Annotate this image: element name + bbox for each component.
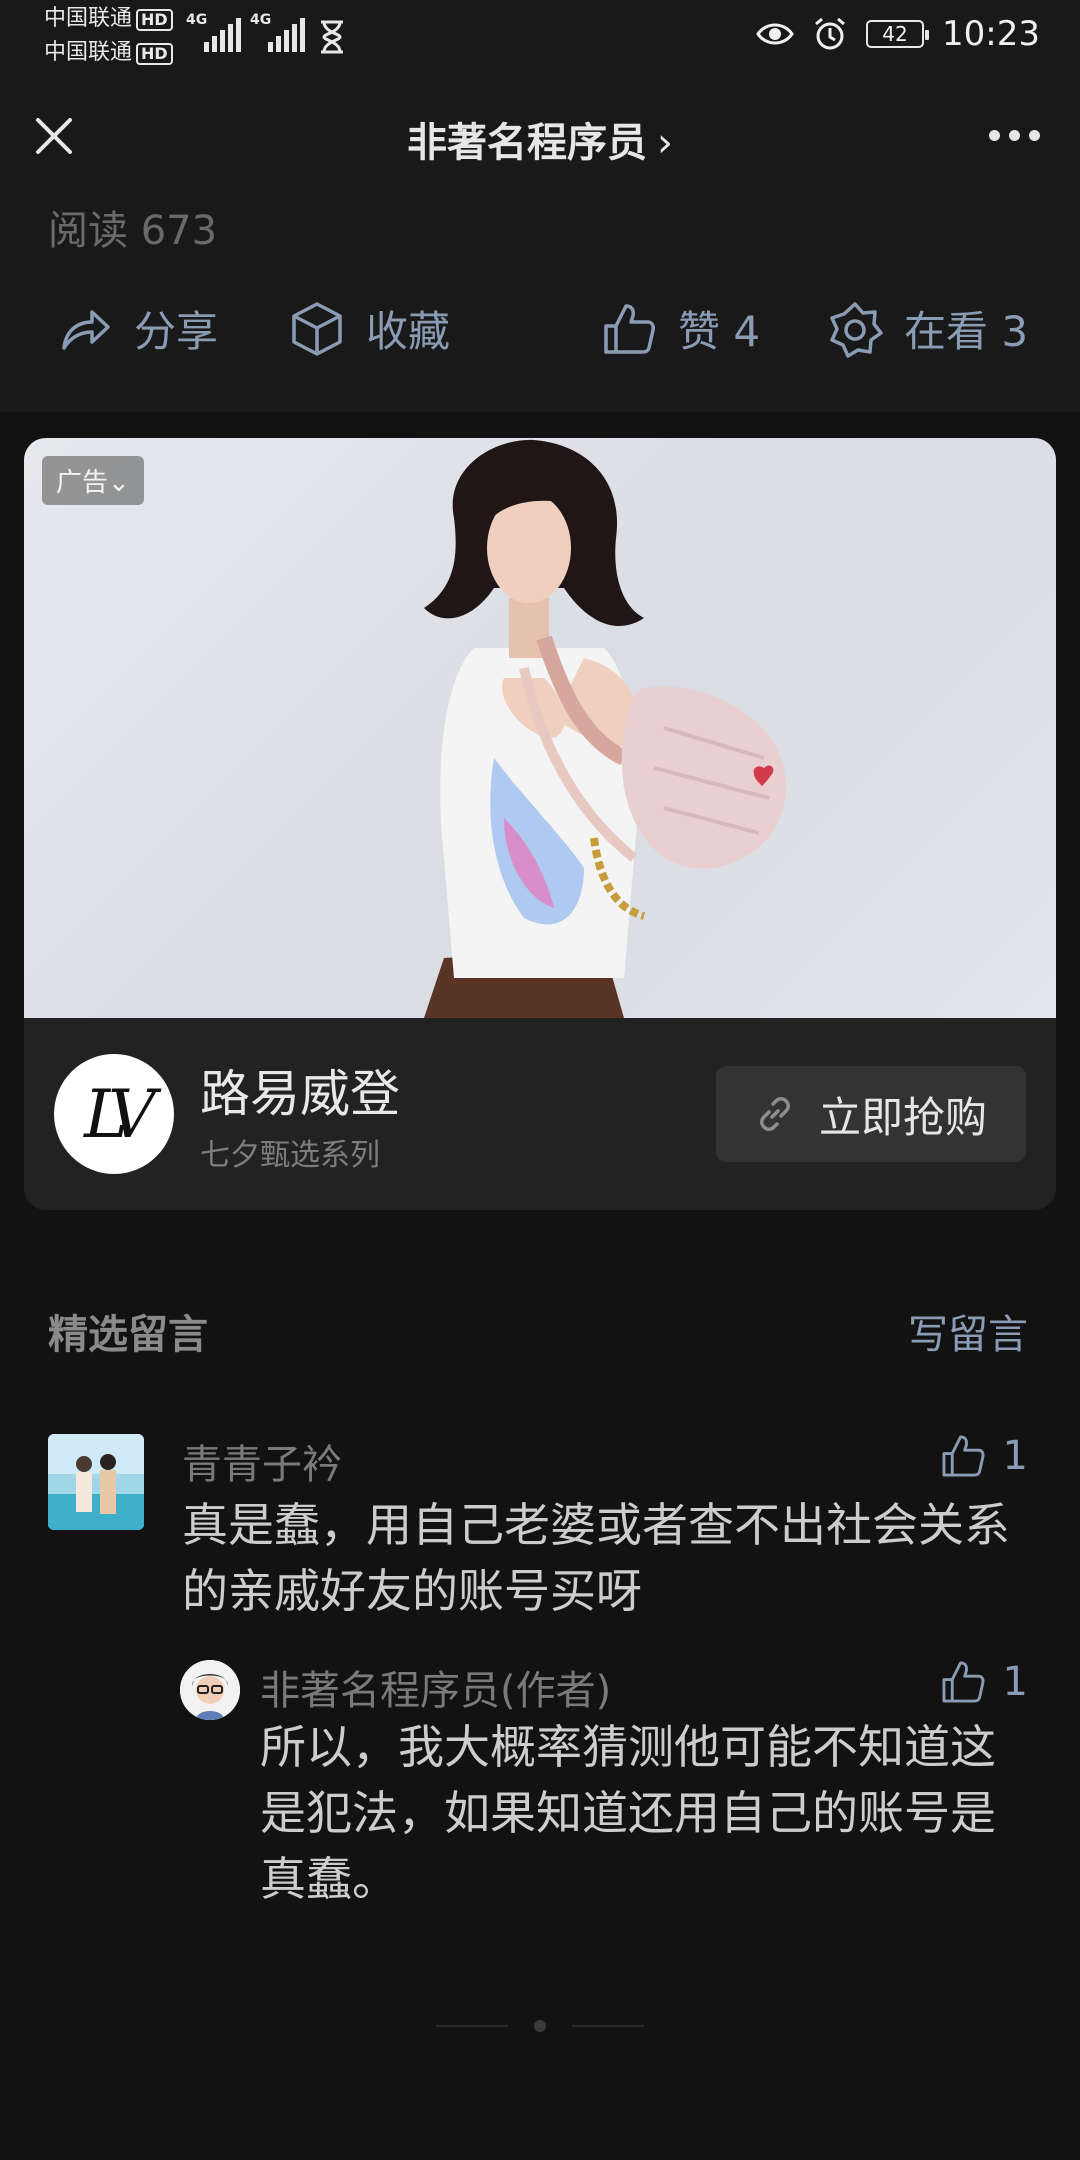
like-count: 1 — [1002, 1659, 1028, 1705]
divider — [436, 2025, 508, 2027]
write-comment-button[interactable]: 写留言 — [908, 1302, 1028, 1360]
signal-icon: 4G — [186, 12, 241, 52]
comment-text: 真是蠢，用自己老婆或者查不出社会关系的亲戚好友的账号买呀 — [182, 1498, 1010, 1618]
flower-icon — [830, 301, 883, 358]
read-count: 阅读 673 — [48, 208, 218, 254]
page-indicator — [0, 2020, 1080, 2032]
top-nav: 非著名程序员 › — [0, 72, 1080, 202]
reply-item: 非著名程序员(作者) 1 所以，我大概率猜测他可能不知道这是犯法，如果知道还用自… — [180, 1658, 1028, 1920]
link-icon — [759, 1097, 790, 1131]
clock: 10:23 — [942, 14, 1040, 54]
share-button[interactable]: 分享 — [56, 298, 218, 359]
dot-icon — [1029, 130, 1040, 141]
ad-photo-illustration — [424, 439, 786, 1018]
chevron-right-icon: › — [657, 120, 673, 166]
like-count: 1 — [1002, 1433, 1028, 1479]
alarm-icon — [815, 17, 845, 50]
dot-icon — [534, 2020, 546, 2032]
avatar[interactable] — [48, 1434, 144, 1530]
dot-icon — [1009, 130, 1020, 141]
status-right: 42 10:23 — [756, 14, 1040, 54]
thumbs-up-icon — [942, 1661, 985, 1703]
ad-card[interactable]: 广告⌄ LV 路易威登 七夕甄选系列 立即抢购 — [24, 438, 1056, 1210]
hd-badge: HD — [136, 43, 173, 65]
comments-header: 精选留言 写留言 — [48, 1302, 1028, 1358]
carrier-2: 中国联通 HD — [44, 40, 173, 66]
brand-subtitle: 七夕甄选系列 — [200, 1138, 380, 1173]
brand-logo: LV — [54, 1054, 174, 1174]
comment-like-button[interactable]: 1 — [939, 1432, 1028, 1480]
thumbs-up-icon — [942, 1435, 985, 1477]
dot-icon — [989, 130, 1000, 141]
more-options-button[interactable] — [989, 130, 1040, 141]
brand-name: 路易威登 — [200, 1065, 400, 1123]
battery-indicator: 42 — [866, 20, 930, 48]
favorite-button[interactable]: 收藏 — [288, 298, 450, 359]
article-footer: 阅读 673 分享 收藏 赞 4 在看 3 — [0, 202, 1080, 412]
watching-button[interactable]: 在看 3 — [826, 298, 1028, 359]
reply-author[interactable]: 非著名程序员(作者) — [260, 1658, 611, 1716]
comments-title: 精选留言 — [48, 1312, 208, 1358]
cube-icon — [292, 301, 342, 356]
ad-badge[interactable]: 广告⌄ — [42, 456, 144, 505]
account-title[interactable]: 非著名程序员 › — [0, 110, 1080, 168]
reply-text: 所以，我大概率猜测他可能不知道这是犯法，如果知道还用自己的账号是真蠢。 — [260, 1720, 996, 1906]
chevron-down-icon: ⌄ — [108, 468, 130, 498]
carrier-1: 中国联通 HD — [44, 6, 173, 32]
buy-now-button[interactable]: 立即抢购 — [716, 1066, 1026, 1162]
status-bar: 中国联通 HD 中国联通 HD 4G 4G 42 10:23 — [0, 0, 1080, 72]
share-icon — [62, 309, 110, 350]
thumbs-up-icon — [604, 303, 655, 354]
hd-badge: HD — [136, 9, 173, 31]
action-bar: 分享 收藏 赞 4 在看 3 — [0, 298, 1080, 368]
comment-author[interactable]: 青青子衿 — [182, 1432, 342, 1490]
comment-item: 青青子衿 1 真是蠢，用自己老婆或者查不出社会关系的亲戚好友的账号买呀 — [48, 1432, 1028, 1618]
like-button[interactable]: 赞 4 — [600, 298, 760, 359]
ad-footer: LV 路易威登 七夕甄选系列 立即抢购 — [24, 1018, 1056, 1210]
eye-icon — [756, 23, 794, 45]
signal-icon: 4G — [250, 12, 305, 52]
reply-like-button[interactable]: 1 — [939, 1658, 1028, 1706]
hourglass-icon — [321, 20, 343, 54]
divider — [572, 2025, 644, 2027]
avatar[interactable] — [180, 1660, 240, 1720]
ad-image[interactable]: 广告⌄ — [24, 438, 1056, 1018]
